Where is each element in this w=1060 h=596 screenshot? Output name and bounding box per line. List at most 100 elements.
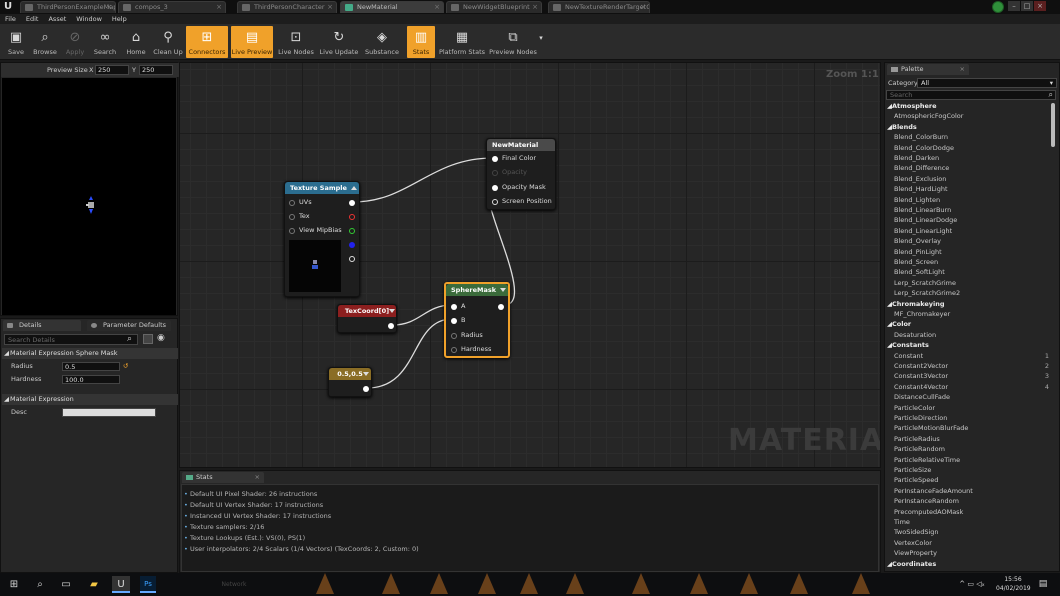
pin-texcoord-out[interactable]	[388, 323, 394, 329]
live-preview-button[interactable]: ▤ Live Preview	[231, 26, 273, 58]
palette-item[interactable]: Blend_Darken	[885, 153, 1049, 163]
substance-button[interactable]: ◈ Substance	[362, 26, 402, 58]
tab-third-person-character[interactable]: ThirdPersonCharacter ×	[237, 1, 337, 13]
palette-item[interactable]: Blend_HardLight	[885, 184, 1049, 194]
palette-item[interactable]: ParticleDirection	[885, 413, 1049, 423]
pin-hardness[interactable]	[451, 347, 457, 353]
clean-up-button[interactable]: ⚲ Clean Up	[152, 26, 184, 58]
palette-category[interactable]: ◢Chromakeying	[885, 299, 1049, 309]
palette-item[interactable]: Blend_ColorDodge	[885, 143, 1049, 153]
palette-item[interactable]: ParticleSpeed	[885, 475, 1049, 485]
preview-viewport[interactable]	[2, 78, 176, 315]
close-icon[interactable]: ×	[255, 472, 260, 483]
palette-item[interactable]: TwoSidedSign	[885, 527, 1049, 537]
palette-item[interactable]: Blend_Overlay	[885, 236, 1049, 246]
toolbar-overflow-button[interactable]: ▾	[537, 26, 545, 58]
notification-icon[interactable]: ▤	[1036, 576, 1050, 593]
palette-item[interactable]: AtmosphericFogColor	[885, 111, 1049, 121]
pin-opacity-mask[interactable]	[492, 185, 498, 191]
tray-clock[interactable]: 15:56 04/02/2019	[996, 575, 1031, 595]
palette-item[interactable]: PerInstanceRandom	[885, 496, 1049, 506]
palette-item[interactable]: Blend_PinLight	[885, 247, 1049, 257]
connectors-button[interactable]: ⊞ Connectors	[186, 26, 228, 58]
expand-icon[interactable]	[363, 372, 369, 376]
palette-item[interactable]: PerInstanceFadeAmount	[885, 486, 1049, 496]
tab-new-texture-render-target[interactable]: NewTextureRenderTargetC ×	[548, 1, 650, 13]
section-sphere-mask[interactable]: ◢ Material Expression Sphere Mask	[2, 348, 178, 359]
close-icon[interactable]: ×	[216, 2, 222, 13]
pin-r-out[interactable]	[349, 214, 355, 220]
palette-item[interactable]: ParticleMotionBlurFade	[885, 423, 1049, 433]
details-search-input[interactable]: Search Details	[4, 334, 138, 345]
palette-item[interactable]: ParticleSize	[885, 465, 1049, 475]
palette-item[interactable]: Blend_Screen	[885, 257, 1049, 267]
palette-item[interactable]: ParticleRadius	[885, 434, 1049, 444]
unreal-engine-taskbar-icon[interactable]: U	[112, 576, 130, 593]
close-window-icon[interactable]: ×	[1034, 1, 1046, 11]
home-button[interactable]: ⌂ Home	[122, 26, 150, 58]
palette-item[interactable]: Blend_Exclusion	[885, 174, 1049, 184]
node-new-material[interactable]: NewMaterial Final Color Opacity Opacity …	[486, 138, 556, 210]
menu-help[interactable]: Help	[107, 14, 132, 24]
file-explorer-icon[interactable]: ▰	[86, 576, 102, 593]
palette-item[interactable]: ParticleRandom	[885, 444, 1049, 454]
close-icon[interactable]: ×	[640, 2, 646, 13]
palette-item[interactable]: DistanceCullFade	[885, 392, 1049, 402]
pin-b[interactable]	[451, 318, 457, 324]
palette-item[interactable]: Constant 1	[885, 351, 1049, 361]
photoshop-taskbar-icon[interactable]: Ps	[140, 576, 156, 593]
palette-item[interactable]: Blend_ColorBurn	[885, 132, 1049, 142]
tab-stats[interactable]: Stats ×	[182, 472, 264, 483]
palette-item[interactable]: ViewProperty	[885, 548, 1049, 558]
palette-item[interactable]: Blend_Difference	[885, 163, 1049, 173]
save-button[interactable]: ▣ Save	[3, 26, 29, 58]
stats-button[interactable]: ▥ Stats	[407, 26, 435, 58]
menu-file[interactable]: File	[0, 14, 21, 24]
close-icon[interactable]: ×	[434, 2, 440, 13]
expand-icon[interactable]	[500, 288, 506, 292]
eye-icon[interactable]: ◉	[157, 333, 165, 343]
maximize-icon[interactable]: □	[1021, 1, 1033, 11]
menu-asset[interactable]: Asset	[43, 14, 71, 24]
pin-screen-position[interactable]	[492, 199, 498, 205]
category-select[interactable]: All ▾	[917, 78, 1057, 88]
pin-final-color[interactable]	[492, 156, 498, 162]
pin-sphere-mask-out[interactable]	[498, 304, 504, 310]
node-texture-sample[interactable]: Texture Sample UVs Tex View MipBias	[284, 181, 360, 297]
palette-item[interactable]: Desaturation	[885, 330, 1049, 340]
palette-item[interactable]: Lerp_ScratchGrime2	[885, 288, 1049, 298]
desc-input[interactable]	[62, 408, 156, 417]
close-icon[interactable]: ×	[960, 64, 965, 75]
pin-radius[interactable]	[451, 333, 457, 339]
tab-compos[interactable]: compos_3 ×	[118, 1, 226, 13]
browse-button[interactable]: ⌕ Browse	[30, 26, 60, 58]
palette-item[interactable]: PrecomputedAOMask	[885, 507, 1049, 517]
palette-item[interactable]: Time	[885, 517, 1049, 527]
windows-start-icon[interactable]: ⊞	[6, 576, 22, 593]
collapse-icon[interactable]	[351, 186, 357, 190]
radius-input[interactable]: 0.5	[62, 362, 120, 371]
search-icon[interactable]: ⌕	[32, 576, 48, 593]
palette-category[interactable]: ◢Constants	[885, 340, 1049, 350]
tab-new-material[interactable]: NewMaterial ×	[340, 1, 444, 13]
palette-item[interactable]: Constant3Vector 3	[885, 371, 1049, 381]
tray-icons[interactable]: ^ ▭ ◁ₓ	[954, 576, 990, 593]
pin-uvs[interactable]	[289, 200, 295, 206]
expand-icon[interactable]	[389, 309, 395, 313]
pin-b-out[interactable]	[349, 242, 355, 248]
pin-a[interactable]	[451, 304, 457, 310]
node-sphere-mask[interactable]: SphereMask A B Radius Hardness	[444, 282, 510, 358]
palette-item[interactable]: Constant2Vector 2	[885, 361, 1049, 371]
pin-opacity[interactable]	[492, 170, 498, 176]
palette-item[interactable]: Constant4Vector 4	[885, 382, 1049, 392]
view-options-icon[interactable]	[143, 334, 153, 344]
platform-stats-button[interactable]: ▦ Platform Stats	[438, 26, 486, 58]
palette-category[interactable]: ◢Coordinates	[885, 559, 1049, 569]
search-button[interactable]: ∞ Search	[90, 26, 120, 58]
tab-palette[interactable]: Palette ×	[887, 64, 969, 75]
tab-new-widget-blueprint[interactable]: NewWidgetBlueprint ×	[446, 1, 542, 13]
palette-item[interactable]: MF_Chromakeyer	[885, 309, 1049, 319]
palette-item[interactable]: VertexColor	[885, 538, 1049, 548]
pin-constant-out[interactable]	[363, 386, 369, 392]
palette-category[interactable]: ◢Atmosphere	[885, 101, 1049, 111]
